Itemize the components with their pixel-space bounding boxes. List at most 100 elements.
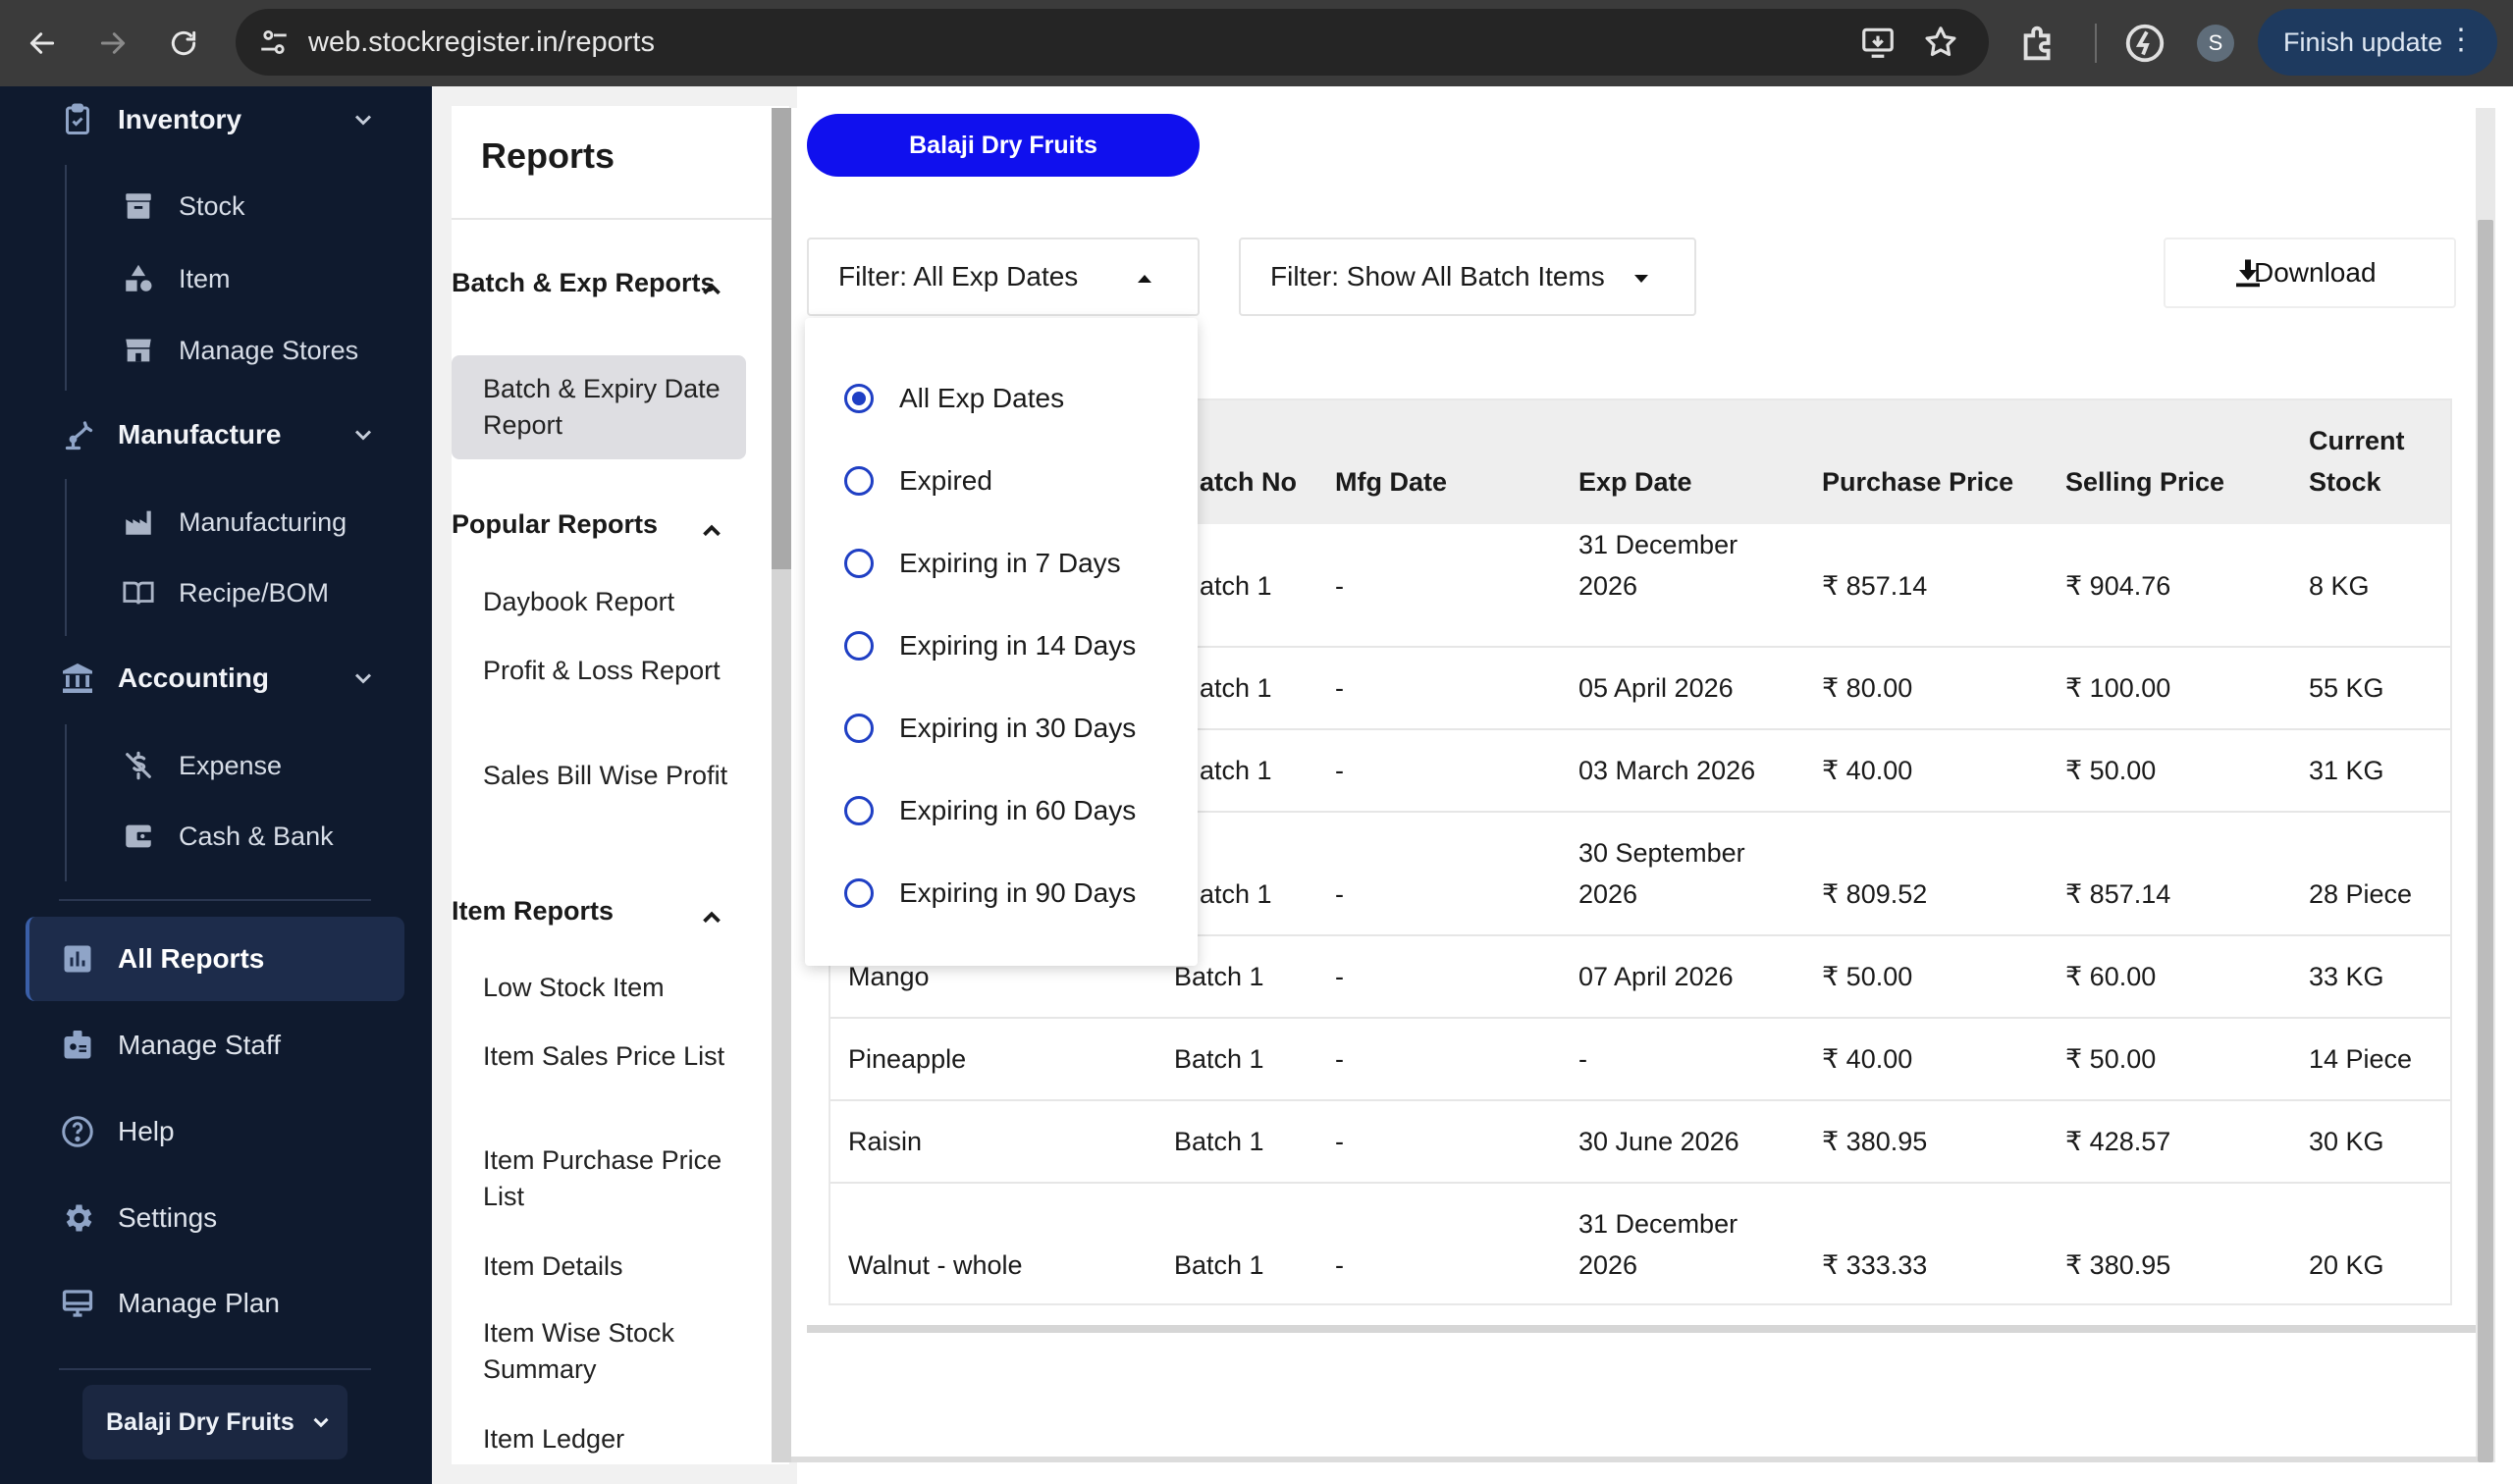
radio-unselected-icon[interactable] [844,796,874,825]
back-button[interactable] [18,19,67,68]
chevron-down-icon[interactable] [349,664,377,692]
reports-divider [452,218,789,220]
exp-option-7-days[interactable]: Expiring in 7 Days [805,522,1198,605]
radio-selected-icon[interactable] [844,384,874,413]
cell-mfg: - [1335,1127,1344,1156]
sidebar-item-settings[interactable]: Settings [59,1189,217,1247]
sidebar-group-accounting[interactable]: Accounting [59,649,269,708]
report-item-wise-stock-summary[interactable]: Item Wise Stock Summary [483,1315,748,1388]
sidebar-group-inventory[interactable]: Inventory [59,90,241,149]
sidebar-item-item[interactable]: Item [122,253,231,304]
report-item-details[interactable]: Item Details [483,1248,748,1285]
store-selector-button[interactable]: Balaji Dry Fruits [82,1385,348,1459]
sidebar-group-label: Manufacture [118,419,282,450]
section-popular-reports[interactable]: Popular Reports [452,506,736,543]
radio-unselected-icon[interactable] [844,878,874,908]
report-batch-expiry-date[interactable]: Batch & Expiry Date Report [483,371,748,444]
exp-option-90-days[interactable]: Expiring in 90 Days [805,852,1198,934]
filter-batch-items-button[interactable]: Filter: Show All Batch Items [1239,238,1696,316]
store-selector-label: Balaji Dry Fruits [106,1407,294,1436]
cell-selling: ₹ 904.76 [2065,571,2171,601]
caret-down-icon [1634,275,1648,283]
sidebar-item-manage-stores[interactable]: Manage Stores [122,325,358,376]
report-item-purchase-price-list[interactable]: Item Purchase Price List [483,1142,748,1215]
sidebar-item-manage-plan[interactable]: Manage Plan [59,1274,280,1333]
cell-purchase: ₹ 857.14 [1822,571,1928,601]
reports-title: Reports [481,135,615,176]
cell-stock: 55 KG [2309,673,2384,703]
sidebar-item-cash-bank[interactable]: Cash & Bank [122,811,334,862]
finish-update-label: Finish update [2283,26,2443,57]
cell-mfg: - [1335,962,1344,991]
sidebar-item-label: Settings [118,1202,218,1233]
sidebar-item-manage-staff[interactable]: Manage Staff [59,1016,281,1075]
sidebar-item-all-reports[interactable]: All Reports [59,929,264,988]
radio-unselected-icon[interactable] [844,631,874,661]
report-low-stock-item[interactable]: Low Stock Item [483,970,748,1006]
id-badge-icon [59,1027,96,1064]
finish-update-button[interactable]: Finish update ⋮ [2258,9,2497,76]
cell-stock: 8 KG [2309,571,2370,601]
cell-selling: ₹ 428.57 [2065,1127,2171,1156]
browser-toolbar: web.stockregister.in/reports S Finish up… [0,0,2513,86]
clipboard-icon [59,101,96,138]
sidebar-tree-line [65,724,67,881]
reload-button[interactable] [159,19,208,68]
exp-option-14-days[interactable]: Expiring in 14 Days [805,605,1198,687]
chevron-down-icon[interactable] [349,106,377,133]
sidebar-divider [59,1368,371,1370]
arrow-left-icon [29,32,55,54]
section-item-reports[interactable]: Item Reports [452,893,736,929]
filter-exp-dates-button[interactable]: Filter: All Exp Dates [807,238,1200,316]
money-off-icon [122,749,155,782]
report-daybook[interactable]: Daybook Report [483,584,748,620]
chevron-up-icon[interactable] [697,516,726,546]
sidebar-item-expense[interactable]: Expense [122,740,282,791]
download-button[interactable]: Download [2164,238,2456,308]
content-scrollbar-thumb[interactable] [2478,220,2493,1462]
help-circle-icon [59,1113,96,1150]
cell-item: Pineapple [848,1044,967,1074]
exp-option-all[interactable]: All Exp Dates [805,357,1198,440]
sidebar-item-help[interactable]: Help [59,1102,175,1161]
filter-batch-label: Filter: Show All Batch Items [1270,261,1605,292]
url-text[interactable]: web.stockregister.in/reports [308,9,655,76]
chevron-down-icon [313,1417,329,1428]
radio-unselected-icon[interactable] [844,714,874,743]
sidebar-item-stock[interactable]: Stock [122,181,245,232]
bookmark-star-icon[interactable] [1922,24,1959,61]
cell-selling: ₹ 100.00 [2065,673,2171,703]
section-batch-exp-reports[interactable]: Batch & Exp Reports [452,265,736,301]
sidebar-item-recipe-bom[interactable]: Recipe/BOM [122,567,329,618]
cell-stock: 30 KG [2309,1127,2384,1156]
sidebar-group-manufacture[interactable]: Manufacture [59,405,281,464]
exp-option-30-days[interactable]: Expiring in 30 Days [805,687,1198,769]
address-bar[interactable]: web.stockregister.in/reports [236,9,1989,76]
chevron-up-icon[interactable] [697,275,726,304]
store-pill-button[interactable]: Balaji Dry Fruits [807,114,1200,177]
profile-avatar[interactable]: S [2197,25,2234,62]
chevron-up-icon[interactable] [697,903,726,932]
exp-option-60-days[interactable]: Expiring in 60 Days [805,769,1198,852]
arrow-right-icon [100,32,126,54]
performance-icon[interactable] [2122,21,2167,66]
radio-unselected-icon[interactable] [844,466,874,496]
reports-scrollbar-thumb[interactable] [772,108,791,569]
cell-stock: 20 KG [2309,1250,2384,1280]
extensions-icon[interactable] [2016,21,2061,66]
report-sales-bill-wise-profit[interactable]: Sales Bill Wise Profit [483,758,748,794]
report-item-sales-price-list[interactable]: Item Sales Price List [483,1038,748,1075]
report-profit-loss[interactable]: Profit & Loss Report [483,653,748,689]
exp-option-label: Expired [899,465,992,496]
site-settings-icon[interactable] [257,26,291,59]
forward-button[interactable] [88,19,137,68]
shapes-icon [122,262,155,295]
radio-unselected-icon[interactable] [844,549,874,578]
exp-option-expired[interactable]: Expired [805,440,1198,522]
report-item-ledger[interactable]: Item Ledger [483,1421,748,1458]
install-app-icon[interactable] [1859,24,1897,61]
toolbar-separator [2095,24,2097,63]
row-divider [830,1182,2450,1184]
chevron-down-icon[interactable] [349,421,377,449]
sidebar-item-manufacturing[interactable]: Manufacturing [122,497,347,548]
